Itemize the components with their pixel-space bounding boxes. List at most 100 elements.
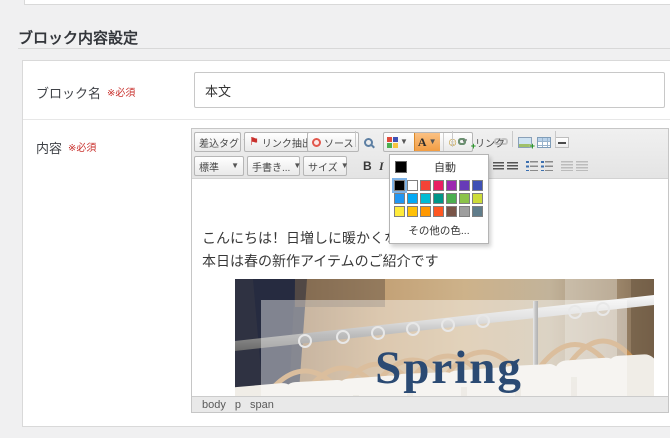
title-divider (18, 48, 670, 49)
bold-icon: B (363, 159, 372, 173)
align-justify-icon (507, 162, 518, 171)
preview-button[interactable] (362, 132, 375, 152)
color-swatch[interactable] (472, 206, 483, 217)
plus-badge-icon: + (471, 142, 476, 151)
color-swatch[interactable] (407, 206, 418, 217)
auto-color-label: 自動 (407, 159, 483, 175)
palette-icon (387, 137, 398, 148)
color-swatch[interactable] (407, 180, 418, 191)
chevron-down-icon: ▼ (293, 162, 301, 170)
color-swatch[interactable] (394, 180, 405, 191)
link-extract-label: リンク抽出 (262, 135, 312, 150)
auto-color-swatch (395, 161, 407, 173)
toolbar-separator (512, 131, 513, 147)
color-swatch[interactable] (459, 193, 470, 204)
size-value: サイズ (308, 159, 338, 174)
italic-button[interactable]: I (377, 156, 386, 176)
banner-word: Spring (375, 342, 523, 394)
source-label: ソース (324, 135, 354, 150)
settings-card: ブロック名※必須 内容 ※必須 差込タグ ▼ ⚑ リンク抽出 (22, 60, 670, 427)
color-swatch[interactable] (472, 193, 483, 204)
color-swatch[interactable] (394, 206, 405, 217)
insert-table-button[interactable] (535, 132, 553, 152)
content-text-line: 本日は春の新作アイテムのご紹介です (202, 251, 439, 271)
toolbar-separator (452, 131, 453, 147)
path-item[interactable]: p (235, 399, 241, 411)
insert-tag-dropdown[interactable]: 差込タグ ▼ (194, 132, 241, 152)
content-label-text: 内容 (36, 141, 62, 156)
path-item[interactable]: span (250, 399, 274, 411)
numbered-list-icon (526, 161, 538, 171)
block-name-required-badge: ※必須 (107, 88, 135, 99)
color-swatch[interactable] (394, 193, 405, 204)
source-icon (312, 138, 321, 147)
path-bar-items: bodypspan (202, 399, 274, 411)
block-name-label: ブロック名※必須 (36, 83, 135, 102)
toolbar-separator (555, 131, 556, 147)
path-item[interactable]: body (202, 399, 226, 411)
insert-image-button[interactable]: + (516, 132, 534, 152)
color-swatch[interactable] (407, 193, 418, 204)
color-grid (390, 178, 488, 220)
auto-color-option[interactable]: 自動 (390, 155, 488, 178)
indent-button[interactable] (574, 156, 590, 176)
color-swatch[interactable] (459, 180, 470, 191)
color-swatch[interactable] (446, 206, 457, 217)
color-swatch[interactable] (459, 206, 470, 217)
magnifier-icon (364, 138, 373, 147)
content-label: 内容 ※必須 (36, 138, 96, 157)
source-button[interactable]: ソース (307, 132, 359, 152)
previous-panel-edge (24, 0, 670, 5)
more-colors-link[interactable]: その他の色... (390, 220, 488, 243)
color-swatch[interactable] (420, 180, 431, 191)
text-color-panel: 自動 その他の色... (389, 154, 489, 244)
text-color-a-icon: A (418, 135, 427, 150)
image-icon: + (518, 137, 532, 148)
chevron-down-icon: ▼ (341, 162, 349, 170)
indent-icon (576, 161, 588, 171)
content-required-badge: ※必須 (68, 143, 96, 154)
table-icon (537, 137, 551, 148)
color-swatch[interactable] (446, 193, 457, 204)
format-value: 標準 (199, 159, 219, 174)
outdent-icon (561, 161, 573, 171)
row-divider (23, 119, 670, 120)
outdent-button[interactable] (559, 156, 575, 176)
color-swatch[interactable] (420, 206, 431, 217)
unlink-icon (494, 137, 508, 147)
color-swatch[interactable] (433, 180, 444, 191)
color-swatch[interactable] (433, 206, 444, 217)
justify-center-button[interactable] (491, 156, 506, 176)
bulleted-list-icon (541, 161, 553, 171)
color-swatch[interactable] (446, 180, 457, 191)
flag-icon: ⚑ (249, 137, 259, 148)
background-color-button[interactable]: ▼ (384, 133, 411, 151)
page-title: ブロック内容設定 (18, 27, 138, 48)
font-value: 手書き... (252, 159, 290, 174)
bold-button[interactable]: B (361, 156, 374, 176)
color-swatch[interactable] (420, 193, 431, 204)
chevron-down-icon: ▼ (231, 162, 239, 170)
toolbar-separator (355, 131, 356, 147)
link-extract-button[interactable]: ⚑ リンク抽出 (244, 132, 317, 152)
text-color-button[interactable]: A ▼ (414, 133, 440, 151)
justify-block-button[interactable] (505, 156, 520, 176)
color-swatch[interactable] (433, 193, 444, 204)
insert-tag-label: 差込タグ (199, 135, 239, 150)
screen: ブロック内容設定 ブロック名※必須 内容 ※必須 差込タグ ▼ ⚑ リンク抽出 (0, 0, 670, 438)
font-dropdown[interactable]: 手書き... ▼ (247, 156, 300, 176)
rich-text-editor: 差込タグ ▼ ⚑ リンク抽出 ソース (191, 128, 669, 413)
chevron-down-icon: ▼ (400, 138, 408, 146)
unlink-button[interactable] (492, 132, 510, 152)
numbered-list-button[interactable] (524, 156, 540, 176)
format-dropdown[interactable]: 標準 ▼ (194, 156, 244, 176)
chevron-down-icon: ▼ (429, 138, 437, 146)
block-name-input[interactable] (194, 72, 665, 108)
size-dropdown[interactable]: サイズ ▼ (303, 156, 347, 176)
color-swatch[interactable] (472, 180, 483, 191)
horizontal-rule-icon (555, 137, 569, 148)
bulleted-list-button[interactable] (539, 156, 555, 176)
element-path-bar: bodypspan (192, 396, 668, 412)
link-icon: + (458, 137, 472, 147)
content-banner-image[interactable]: Spring New (235, 279, 654, 398)
